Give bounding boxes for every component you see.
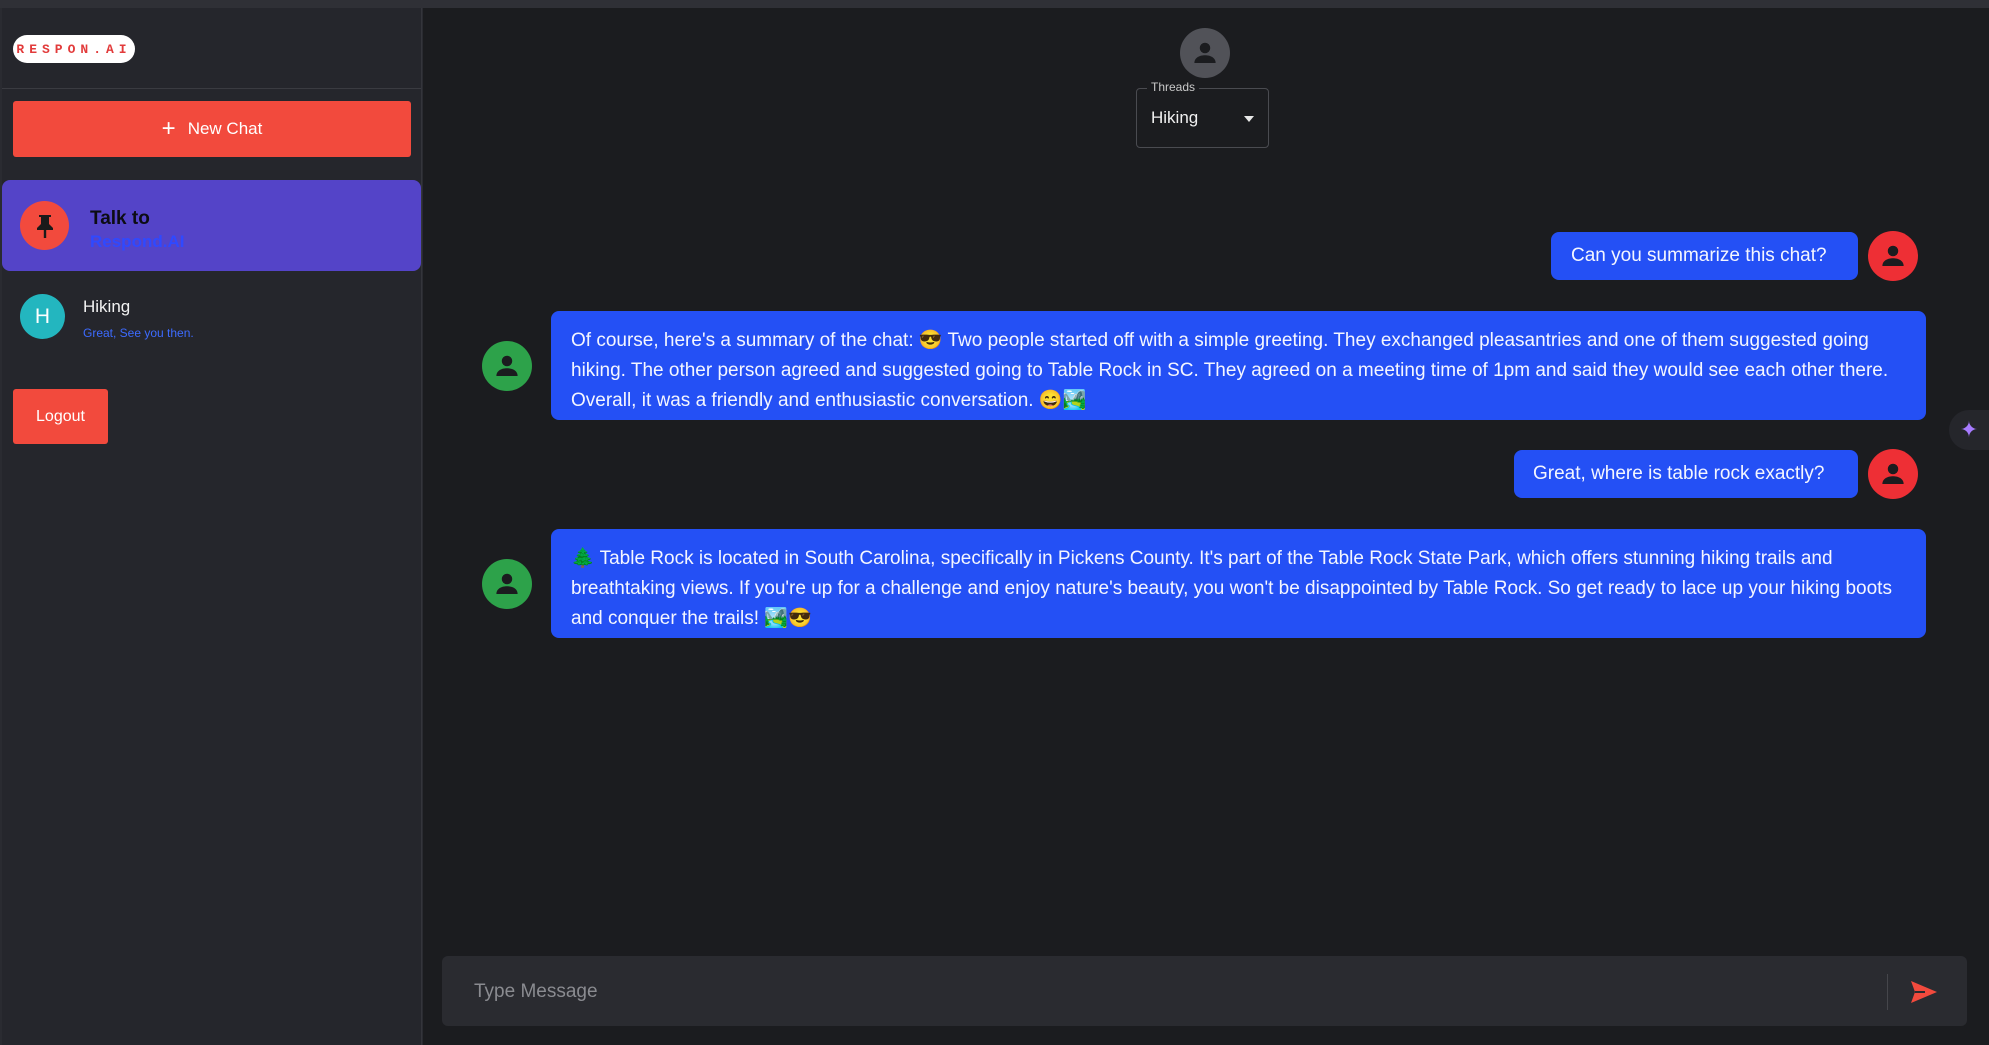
assistant-avatar	[482, 559, 532, 609]
header-avatar[interactable]	[1180, 28, 1230, 78]
sidebar-item-pinned[interactable]: Talk to Respond.AI	[2, 180, 421, 271]
chat-item-title: Hiking	[83, 297, 131, 316]
user-avatar	[1868, 231, 1918, 281]
pin-icon	[20, 201, 69, 250]
threads-value: Hiking	[1151, 108, 1199, 127]
pinned-item-subtitle: Respond.AI	[90, 232, 185, 251]
threads-select[interactable]: Threads Hiking	[1136, 80, 1269, 148]
threads-label: Threads	[1147, 80, 1200, 94]
plus-icon: +	[161, 115, 176, 142]
message-text: 🌲 Table Rock is located in South Carolin…	[571, 548, 1892, 629]
message-input[interactable]	[472, 971, 1816, 1013]
person-icon	[1882, 245, 1904, 266]
message-text: Great, where is table rock exactly?	[1533, 463, 1825, 484]
user-avatar	[1868, 449, 1918, 499]
send-icon	[1911, 981, 1937, 1003]
caret-down-icon	[1244, 116, 1254, 122]
logo-row: RESPON.AI	[2, 8, 421, 89]
sidebar-item-hiking[interactable]: H Hiking Great, See you then.	[2, 283, 421, 353]
assistant-message-bubble: 🌲 Table Rock is located in South Carolin…	[551, 529, 1926, 638]
message-text: Of course, here's a summary of the chat:…	[571, 330, 1889, 411]
app-window: RESPON.AI + New Chat Talk to Respond.AI …	[0, 0, 1989, 1045]
new-chat-button[interactable]: + New Chat	[13, 101, 411, 157]
sidebar: RESPON.AI + New Chat Talk to Respond.AI …	[2, 8, 422, 1045]
chat-initial-avatar: H	[20, 294, 65, 339]
logout-button[interactable]: Logout	[13, 389, 108, 444]
person-icon	[1882, 463, 1904, 484]
user-message-bubble: Can you summarize this chat?	[1551, 232, 1858, 280]
send-button[interactable]	[1907, 976, 1941, 1008]
person-icon	[496, 573, 518, 594]
person-icon	[496, 355, 518, 376]
new-chat-label: New Chat	[187, 119, 263, 138]
pinned-item-title: Talk to	[90, 208, 150, 229]
top-strip	[0, 0, 1989, 8]
chat-main: Threads Hiking Can you summarize this ch…	[423, 8, 1989, 1045]
message-composer	[442, 956, 1967, 1026]
message-text: Can you summarize this chat?	[1571, 245, 1827, 266]
composer-divider	[1887, 974, 1888, 1010]
chat-item-preview: Great, See you then.	[83, 326, 194, 340]
assistant-message-bubble: Of course, here's a summary of the chat:…	[551, 311, 1926, 420]
sparkle-icon[interactable]: ✦	[1949, 410, 1989, 450]
brand-logo[interactable]: RESPON.AI	[13, 35, 135, 63]
user-message-bubble: Great, where is table rock exactly?	[1514, 450, 1858, 498]
person-icon	[1194, 42, 1216, 63]
assistant-avatar	[482, 341, 532, 391]
